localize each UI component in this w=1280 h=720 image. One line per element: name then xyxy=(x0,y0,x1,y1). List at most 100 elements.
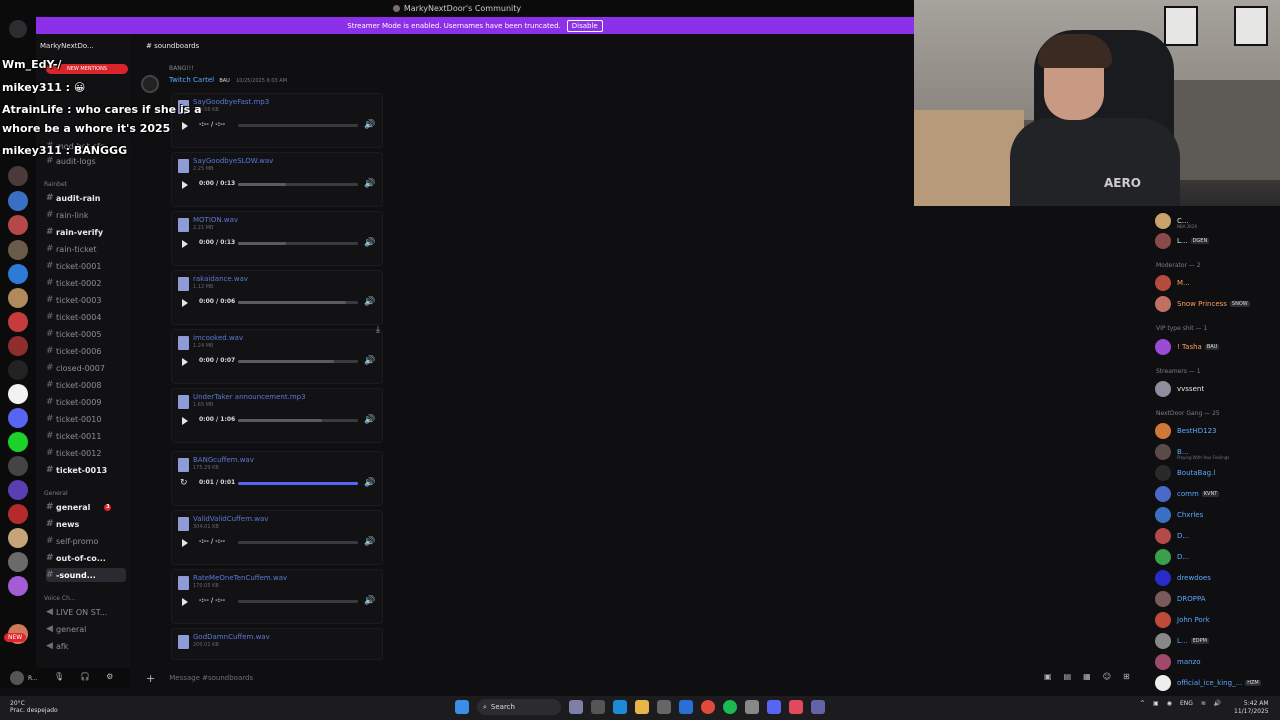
server-icon[interactable] xyxy=(8,456,28,476)
volume-icon[interactable]: 🔊 xyxy=(364,238,375,248)
attachment-filename[interactable]: GodDamnCuffem.wav xyxy=(193,633,270,641)
volume-icon[interactable]: 🔊 xyxy=(364,120,375,130)
channel-item[interactable]: # ticket-0001 xyxy=(46,259,101,273)
teams-icon[interactable] xyxy=(811,700,825,714)
channel-item[interactable]: # out-of-co... xyxy=(46,551,106,565)
category-general[interactable]: General xyxy=(44,490,68,497)
gift-icon[interactable]: ▣ xyxy=(1044,672,1052,681)
member-item[interactable]: BoutaBag.l xyxy=(1155,464,1215,482)
play-icon[interactable] xyxy=(182,240,188,248)
seek-bar[interactable] xyxy=(238,482,358,485)
attachment-filename[interactable]: SayGoodbyeFast.mp3 xyxy=(193,98,269,106)
channel-item[interactable]: # ticket-0011 xyxy=(46,429,101,443)
volume-icon[interactable]: 🔊 xyxy=(364,415,375,425)
channel-item[interactable]: # audit-rain xyxy=(46,191,101,205)
volume-icon[interactable]: 🔊 xyxy=(364,179,375,189)
message-input[interactable]: Message #soundboards xyxy=(169,674,253,682)
weather-widget[interactable]: 20°C Prac. despejado xyxy=(10,700,58,714)
member-item[interactable]: L... EDPM xyxy=(1155,632,1209,650)
attachment-filename[interactable]: SayGoodbyeSLOW.wav xyxy=(193,157,273,165)
microphone-icon[interactable]: 🎙 xyxy=(54,672,64,681)
emoji-icon[interactable]: ☺ xyxy=(1103,672,1111,681)
server-icon[interactable] xyxy=(8,240,28,260)
gif-icon[interactable]: ▤ xyxy=(1064,672,1072,681)
member-item[interactable]: Snow Princess SNOW xyxy=(1155,295,1250,313)
volume-icon[interactable]: 🔊 xyxy=(364,356,375,366)
channel-item[interactable]: # news xyxy=(46,517,79,531)
sticker-icon[interactable]: ▦ xyxy=(1083,672,1091,681)
volume-icon[interactable]: 🔊 xyxy=(364,478,375,488)
channel-item[interactable]: # general 3 xyxy=(46,500,112,514)
member-item[interactable]: ! Tasha BAU xyxy=(1155,338,1220,356)
attachment-filename[interactable]: RateMeOneTenCuffem.wav xyxy=(193,574,287,582)
member-item[interactable]: manzo xyxy=(1155,653,1201,671)
chrome-icon[interactable] xyxy=(701,700,715,714)
download-icon[interactable]: ⤓ xyxy=(376,325,380,335)
server-icon[interactable] xyxy=(8,360,28,380)
edge-icon[interactable] xyxy=(613,700,627,714)
channel-item[interactable]: # ticket-0003 xyxy=(46,293,101,307)
volume-icon[interactable]: 🔊 xyxy=(364,537,375,547)
attachment-filename[interactable]: rakaidance.wav xyxy=(193,275,248,283)
settings-gear-icon[interactable]: ⚙ xyxy=(106,672,113,681)
member-item[interactable]: M... xyxy=(1155,274,1190,292)
play-icon[interactable] xyxy=(182,122,188,130)
server-icon[interactable] xyxy=(8,166,28,186)
copilot-icon[interactable] xyxy=(569,700,583,714)
member-item[interactable]: C... NBA 2K26 xyxy=(1155,212,1197,230)
channel-item[interactable]: # rain-link xyxy=(46,208,89,222)
server-icon[interactable] xyxy=(8,552,28,572)
play-icon[interactable] xyxy=(182,358,188,366)
server-icon[interactable] xyxy=(8,408,28,428)
channel-item[interactable]: # ticket-0009 xyxy=(46,395,101,409)
seek-bar[interactable] xyxy=(238,360,358,363)
channel-item[interactable]: # ticket-0008 xyxy=(46,378,101,392)
play-icon[interactable] xyxy=(182,539,188,547)
member-item[interactable]: D... xyxy=(1155,527,1189,545)
windows-start-icon[interactable] xyxy=(455,700,469,714)
replay-icon[interactable]: ↻ xyxy=(180,478,188,488)
member-item[interactable]: drewdoes xyxy=(1155,569,1211,587)
channel-item-selected[interactable]: # -sound... xyxy=(46,568,126,582)
server-icon[interactable] xyxy=(8,504,28,524)
server-name[interactable]: MarkyNextDo... xyxy=(40,42,94,50)
channel-item[interactable]: # self-promo xyxy=(46,534,98,548)
member-item[interactable]: comm KVNT xyxy=(1155,485,1220,503)
add-attachment-icon[interactable]: + xyxy=(146,672,155,685)
seek-bar[interactable] xyxy=(238,600,358,603)
play-icon[interactable] xyxy=(182,299,188,307)
user-avatar[interactable] xyxy=(10,671,24,685)
attachment-filename[interactable]: BANGcuffem.wav xyxy=(193,456,254,464)
category-voice[interactable]: Voice Ch... xyxy=(44,595,76,602)
server-icon[interactable] xyxy=(8,432,28,452)
category-rainbet[interactable]: Rainbet xyxy=(44,181,67,188)
volume-icon[interactable]: 🔊 xyxy=(364,297,375,307)
server-icon[interactable] xyxy=(8,288,28,308)
server-icon[interactable] xyxy=(8,312,28,332)
channel-item[interactable]: # ticket-0005 xyxy=(46,327,101,341)
seek-bar[interactable] xyxy=(238,541,358,544)
server-icon[interactable] xyxy=(8,576,28,596)
reply-preview[interactable]: BANG!!! xyxy=(169,65,194,72)
attachment-filename[interactable]: imcooked.wav xyxy=(193,334,243,342)
seek-bar[interactable] xyxy=(238,301,358,304)
server-icon[interactable] xyxy=(8,384,28,404)
taskbar-clock[interactable]: 5:42 AM 11/17/2025 xyxy=(1234,700,1269,716)
music-icon[interactable] xyxy=(789,700,803,714)
voice-channel[interactable]: ◀ general xyxy=(46,622,86,636)
channel-item[interactable]: # ticket-0002 xyxy=(46,276,101,290)
server-icon[interactable] xyxy=(8,191,28,211)
channel-item[interactable]: # closed-0007 xyxy=(46,361,105,375)
attachment-filename[interactable]: UnderTaker announcement.mp3 xyxy=(193,393,306,401)
server-icon[interactable] xyxy=(8,336,28,356)
channel-item[interactable]: # ticket-0006 xyxy=(46,344,101,358)
member-item[interactable]: B... Playing With Your Feelings xyxy=(1155,443,1229,461)
channel-item[interactable]: # rain-ticket xyxy=(46,242,97,256)
member-item[interactable]: vvssent xyxy=(1155,380,1204,398)
voice-channel[interactable]: ◀ afk xyxy=(46,639,68,653)
channel-item[interactable]: # ticket-0004 xyxy=(46,310,101,324)
tray-app-icon[interactable]: ▣ xyxy=(1153,700,1159,707)
member-item[interactable]: L... DGEN xyxy=(1155,232,1210,250)
file-explorer-icon[interactable] xyxy=(635,700,649,714)
discord-icon[interactable] xyxy=(767,700,781,714)
